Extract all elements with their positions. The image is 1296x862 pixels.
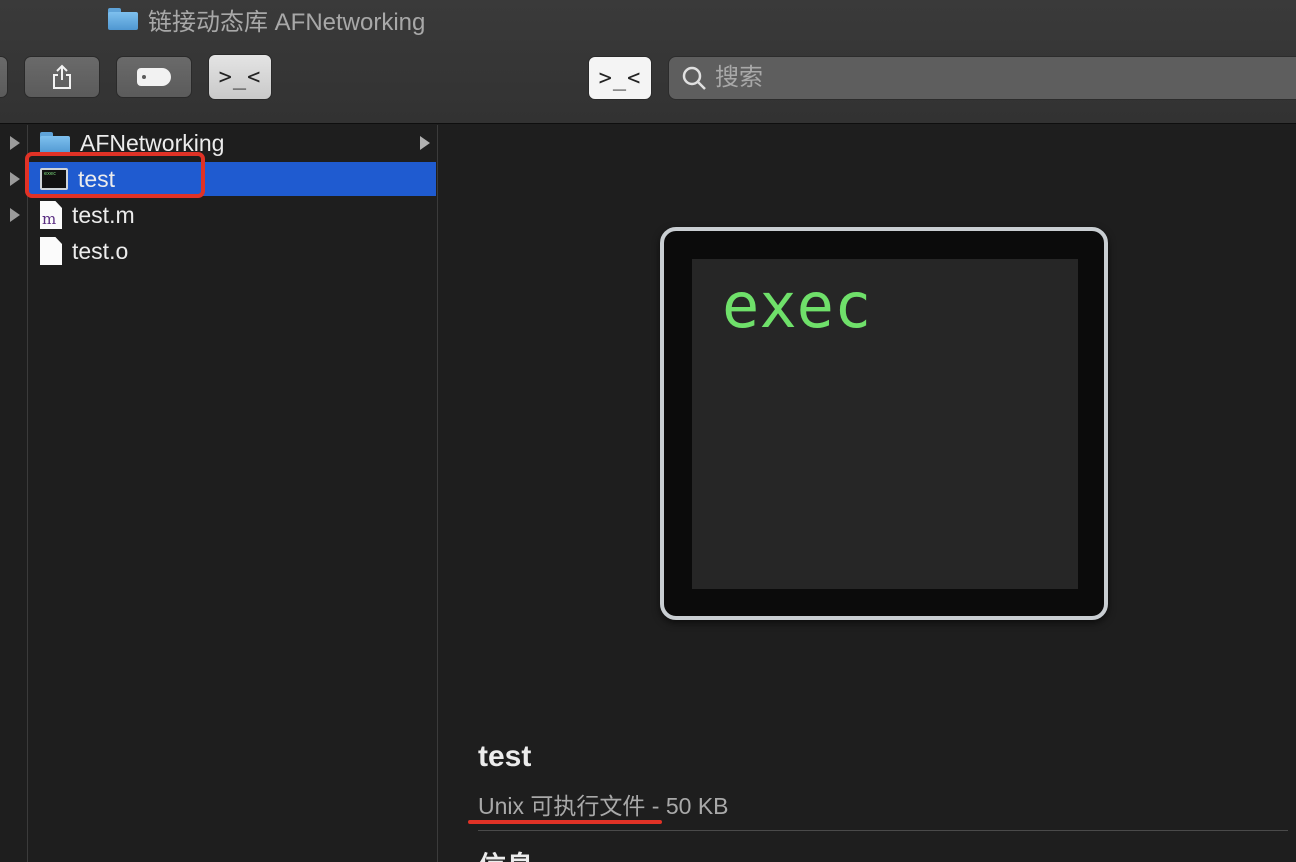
list-item-test-o[interactable]: test.o (28, 234, 436, 268)
tag-button[interactable] (116, 56, 192, 98)
list-item-test-m[interactable]: m test.m (28, 198, 436, 232)
window-toolbar: 链接动态库 AFNetworking >_< >_< (0, 0, 1296, 124)
unix-executable-large-icon: exec (660, 227, 1108, 620)
open-in-terminal-button[interactable]: >_< (208, 54, 272, 100)
preview-divider (478, 830, 1288, 831)
disclosure-arrow-icon[interactable] (10, 136, 20, 150)
search-field[interactable] (668, 56, 1296, 100)
tag-icon (137, 68, 171, 86)
icon-label: exec (722, 269, 872, 342)
file-name: test.o (72, 237, 129, 264)
disclosure-arrow-icon[interactable] (10, 208, 20, 222)
icon-screen: exec (692, 259, 1078, 589)
search-input[interactable] (715, 64, 1275, 92)
search-icon (682, 66, 706, 90)
file-column: AFNetworking exec test m test.m test.o (28, 125, 438, 862)
annotation-underline (468, 820, 662, 824)
share-icon (51, 64, 73, 90)
preview-file-kind: Unix 可执行文件 - 50 KB (478, 793, 729, 819)
terminal-shortcut-button[interactable]: >_< (588, 56, 652, 100)
preview-file-name: test (478, 740, 532, 773)
toolbar-button-partial[interactable] (0, 56, 8, 98)
parent-column (0, 125, 28, 862)
preview-info-section-title: 信息 (478, 845, 534, 862)
terminal-icon: >_< (218, 64, 262, 90)
chevron-right-icon (420, 136, 430, 150)
file-name: test.m (72, 201, 135, 228)
folder-icon (108, 8, 138, 30)
folder-icon (40, 132, 70, 154)
disclosure-arrow-icon[interactable] (10, 172, 20, 186)
share-button[interactable] (24, 56, 100, 98)
objc-source-file-icon: m (40, 201, 62, 229)
window-title: 链接动态库 AFNetworking (108, 4, 426, 36)
window-title-text: 链接动态库 AFNetworking (148, 8, 426, 36)
object-file-icon (40, 237, 62, 265)
annotation-highlight-box (25, 152, 205, 198)
terminal-icon: >_< (598, 65, 642, 91)
